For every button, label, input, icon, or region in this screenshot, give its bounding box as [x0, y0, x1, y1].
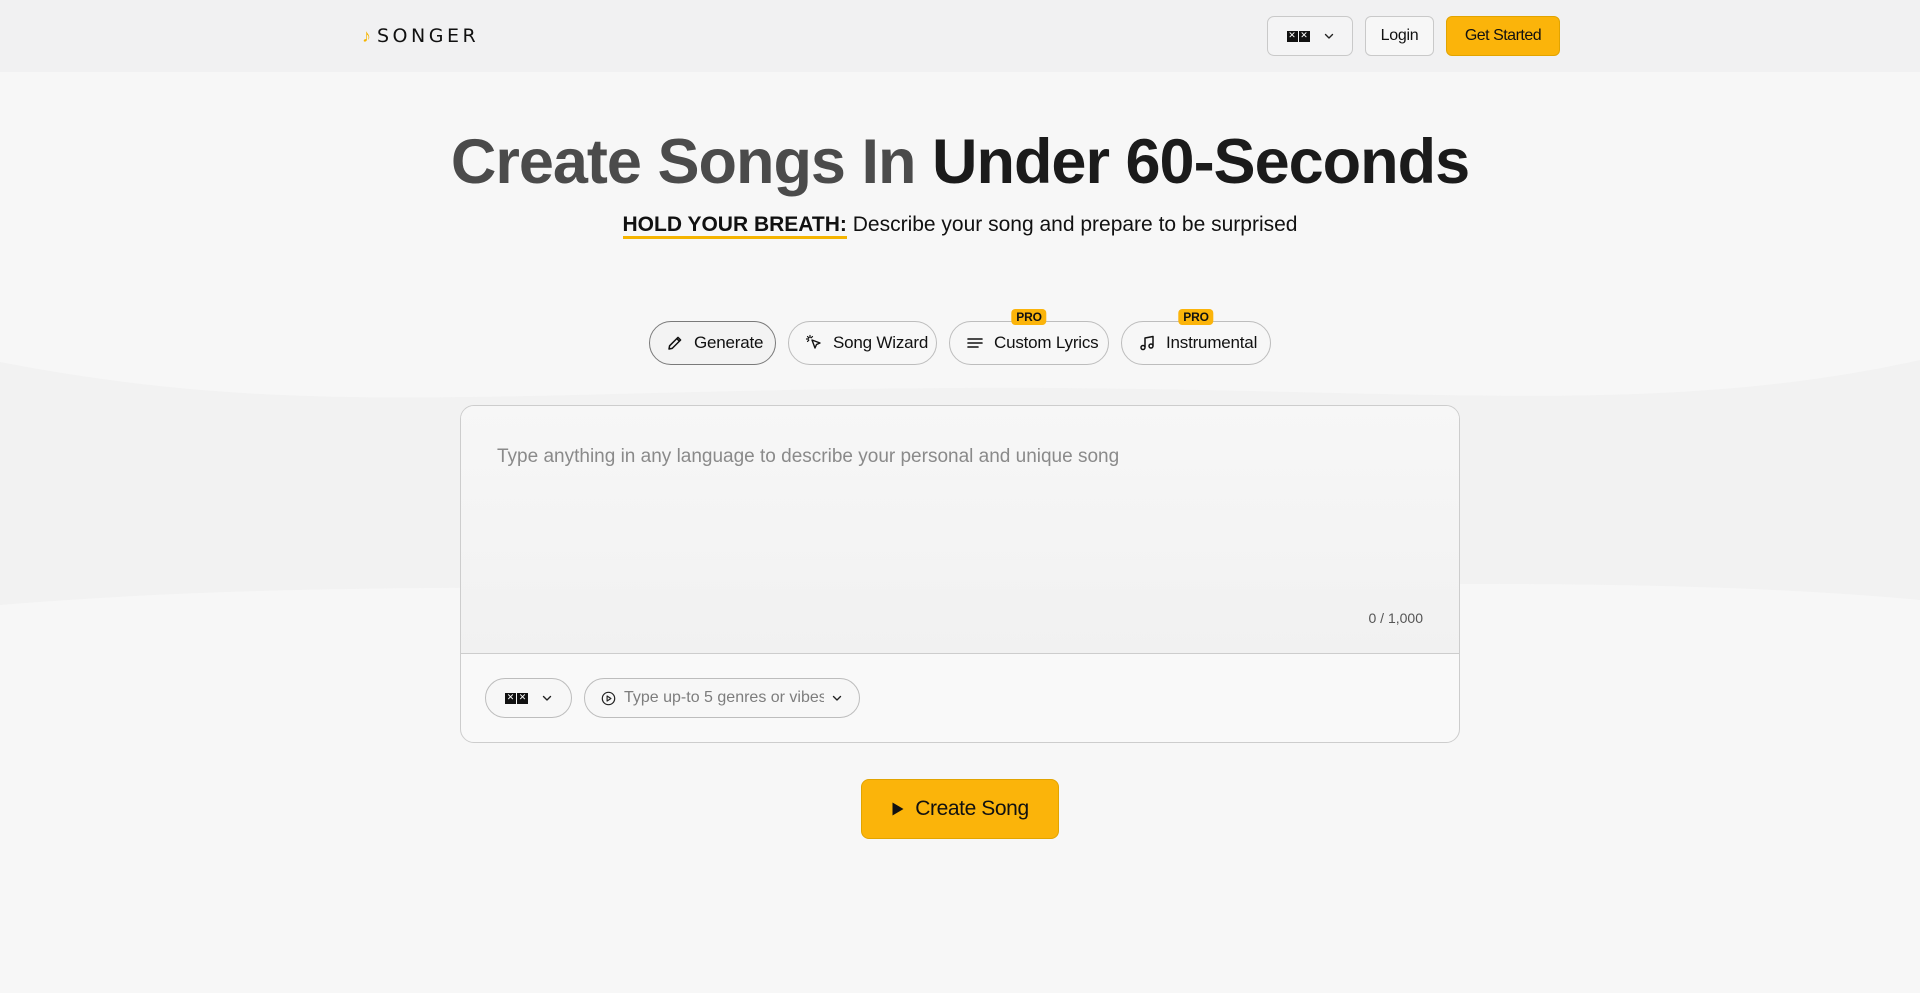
tab-instrumental[interactable]: PRO Instrumental [1121, 309, 1271, 365]
language-selector-button[interactable]: ✕ ✕ [1267, 16, 1353, 56]
mode-tabs: Generate Song Wizard PRO Custom Lyrics P… [0, 309, 1920, 365]
play-circle-icon [601, 691, 616, 705]
hero-title-part2: Under 60-Seconds [931, 127, 1470, 197]
chevron-down-icon [1324, 33, 1333, 39]
lines-icon [967, 338, 983, 348]
tab-song-wizard[interactable]: Song Wizard [788, 321, 937, 365]
tab-label: Song Wizard [833, 333, 929, 352]
music-note-icon [1140, 335, 1154, 351]
music-note-logo-icon: ♪ [362, 26, 371, 46]
hero-subtitle: HOLD YOUR BREATH: Describe your song and… [0, 211, 1920, 239]
top-header: ♪ SONGER ✕ ✕ Login Get Started [0, 0, 1920, 72]
language-flag-icon: ✕ ✕ [505, 692, 528, 704]
genre-selector[interactable] [584, 678, 860, 718]
create-song-button[interactable]: Create Song [861, 779, 1059, 839]
logo-text: SONGER [377, 25, 480, 47]
song-language-selector[interactable]: ✕ ✕ [485, 678, 572, 718]
tab-label: Custom Lyrics [994, 333, 1099, 352]
tab-generate[interactable]: Generate [649, 321, 776, 365]
chevron-down-icon [832, 695, 842, 701]
subtitle-text: Describe your song and prepare to be sur… [846, 213, 1298, 236]
tab-label: Generate [694, 333, 764, 352]
login-button[interactable]: Login [1365, 16, 1434, 56]
play-icon [892, 802, 904, 816]
language-flag-icon: ✕ ✕ [1286, 30, 1310, 42]
genre-input[interactable] [624, 689, 824, 707]
songer-logo[interactable]: ♪ SONGER [362, 24, 479, 48]
hero-title: Create Songs In Under 60-Seconds [0, 124, 1920, 200]
song-composer-card: 0 / 1,000 ✕✕ [460, 405, 1460, 743]
hero-title-part1: Create Songs In [450, 127, 917, 197]
get-started-button[interactable]: Get Started [1446, 16, 1560, 56]
create-song-label: Create Song [915, 797, 1029, 820]
pro-badge: PRO [1011, 309, 1047, 325]
chevron-down-icon [542, 695, 552, 701]
tab-custom-lyrics[interactable]: PRO Custom Lyrics [949, 309, 1109, 365]
pencil-icon [668, 336, 682, 350]
song-description-input[interactable] [497, 446, 1417, 596]
magic-cursor-icon [805, 334, 821, 349]
subtitle-highlight: HOLD YOUR BREATH: [622, 213, 847, 239]
prompt-area: 0 / 1,000 [461, 406, 1459, 654]
character-counter: 0 / 1,000 [1368, 610, 1424, 626]
pro-badge: PRO [1178, 309, 1214, 325]
tab-label: Instrumental [1166, 333, 1258, 352]
